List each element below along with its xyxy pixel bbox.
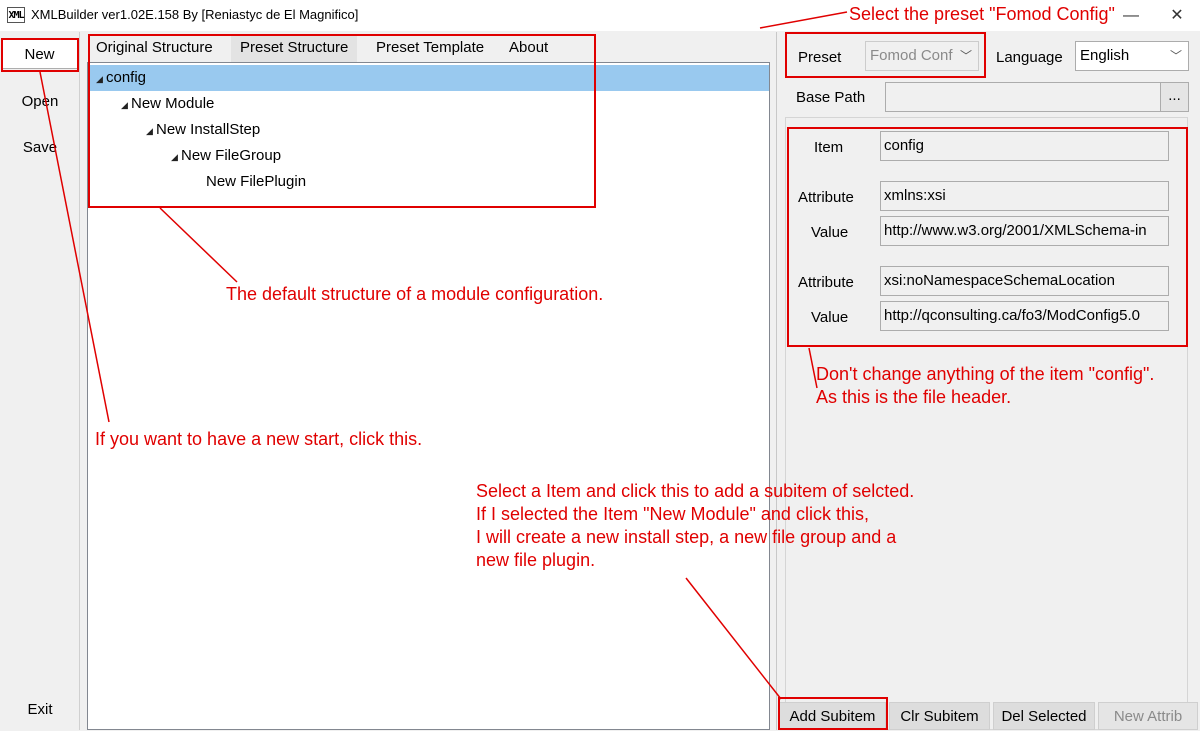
note-add-subitem-3: I will create a new install step, a new … (476, 527, 897, 547)
annotation-line-preset (759, 11, 848, 29)
annotation-line-new (39, 71, 110, 423)
annotation-line-add-subitem (685, 577, 782, 700)
annotation-line-structure (159, 207, 238, 283)
note-select-preset: Select the preset "Fomod Config" (849, 4, 1115, 24)
note-add-subitem-2: If I selected the Item "New Module" and … (476, 504, 869, 524)
note-add-subitem-4: new file plugin. (476, 550, 596, 570)
note-new-start: If you want to have a new start, click t… (95, 429, 423, 449)
note-dont-change-1: Don't change anything of the item "confi… (816, 364, 1155, 384)
note-default-structure: The default structure of a module config… (226, 284, 604, 304)
note-dont-change-2: As this is the file header. (816, 387, 1012, 407)
note-add-subitem-1: Select a Item and click this to add a su… (476, 481, 915, 501)
